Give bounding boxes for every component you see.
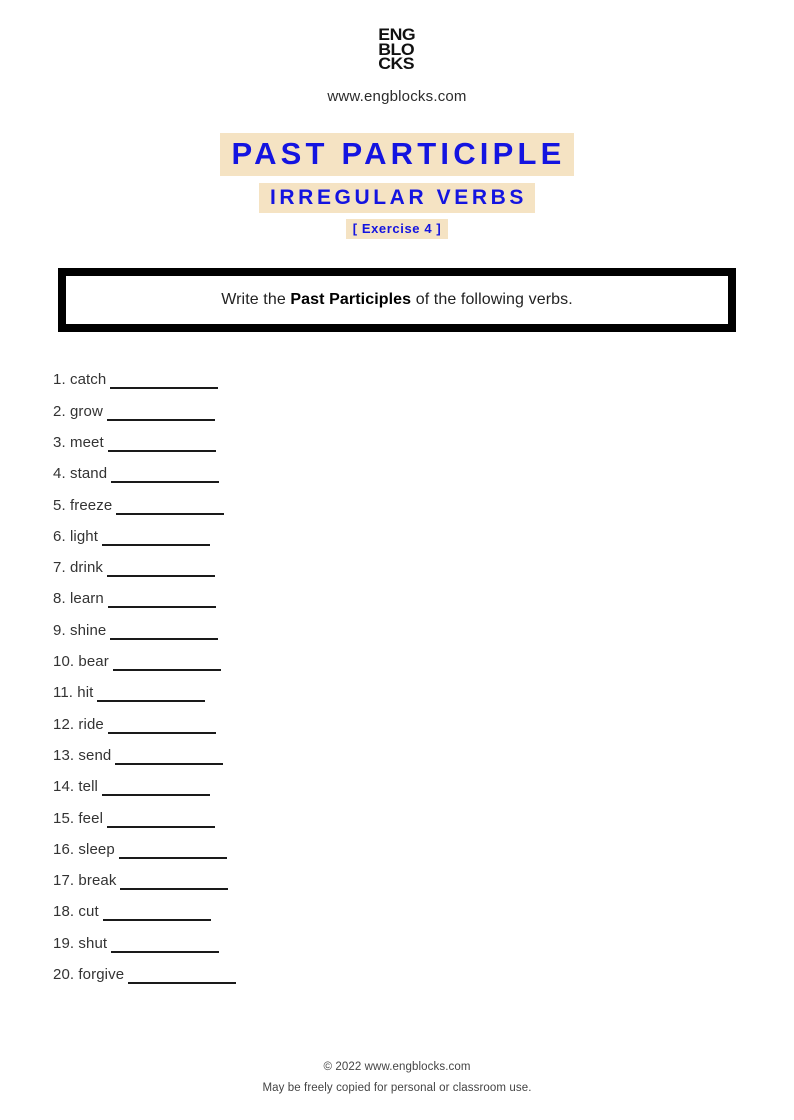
- instruction-suffix: of the following verbs.: [411, 291, 573, 309]
- exercise-item-label: 11. hit: [53, 684, 94, 702]
- worksheet-page: ENG BLO CKS www.engblocks.com PAST PARTI…: [0, 0, 794, 1120]
- footer-copyright: © 2022 www.engblocks.com: [323, 1061, 471, 1073]
- page-header: ENG BLO CKS www.engblocks.com: [0, 0, 794, 105]
- exercise-item-label: 18. cut: [53, 903, 99, 921]
- answer-blank[interactable]: [110, 370, 219, 390]
- exercise-row: 11. hit: [53, 683, 794, 714]
- exercise-item-label: 16. sleep: [53, 840, 115, 858]
- exercise-item-label: 6. light: [53, 527, 98, 545]
- answer-blank[interactable]: [107, 715, 216, 734]
- exercise-item-label: 8. learn: [53, 590, 104, 608]
- exercise-row: 15. feel: [53, 809, 794, 840]
- exercise-row: 16. sleep: [53, 840, 794, 871]
- exercise-row: 9. shine: [53, 621, 794, 652]
- page-footer: © 2022 www.engblocks.com May be freely c…: [0, 1061, 794, 1094]
- exercise-item-label: 2. grow: [53, 402, 103, 420]
- exercise-item-label: 5. freeze: [53, 496, 113, 514]
- exercise-row: 13. send: [53, 746, 794, 777]
- answer-blank[interactable]: [102, 527, 210, 546]
- exercise-item-label: 4. stand: [53, 465, 108, 483]
- exercise-item-label: 10. bear: [53, 653, 109, 671]
- page-subtitle: IRREGULAR VERBS: [258, 183, 536, 214]
- exercise-item-label: 19. shut: [53, 934, 108, 952]
- instruction-text: Write the Past Participles of the follow…: [221, 291, 573, 309]
- exercise-item-label: 9. shine: [53, 621, 107, 639]
- exercise-item-label: 1. catch: [53, 371, 107, 389]
- exercise-row: 2. grow: [53, 402, 794, 433]
- exercise-item-label: 15. feel: [53, 809, 104, 827]
- site-url: www.engblocks.com: [327, 88, 467, 106]
- exercise-row: 19. shut: [53, 934, 794, 965]
- exercise-item-label: 3. meet: [53, 433, 104, 451]
- answer-blank[interactable]: [128, 965, 237, 984]
- instruction-bold: Past Participles: [290, 291, 412, 309]
- answer-blank[interactable]: [106, 402, 215, 421]
- page-title: PAST PARTICIPLE: [219, 133, 575, 177]
- answer-blank[interactable]: [102, 902, 211, 922]
- exercise-row: 6. light: [53, 527, 794, 558]
- exercise-item-label: 20. forgive: [53, 966, 125, 983]
- answer-blank[interactable]: [118, 840, 227, 859]
- answer-blank[interactable]: [111, 934, 220, 953]
- footer-notice: May be freely copied for personal or cla…: [262, 1082, 532, 1094]
- answer-blank[interactable]: [107, 558, 215, 578]
- engblocks-logo: ENG BLO CKS: [378, 26, 416, 74]
- answer-blank[interactable]: [115, 746, 224, 765]
- exercise-row: 12. ride: [53, 715, 794, 746]
- answer-blank[interactable]: [107, 433, 216, 452]
- exercise-item-label: 14. tell: [53, 778, 98, 796]
- exercise-row: 1. catch: [53, 370, 794, 401]
- answer-blank[interactable]: [97, 683, 206, 703]
- answer-blank[interactable]: [120, 871, 229, 891]
- exercise-row: 10. bear: [53, 652, 794, 683]
- exercise-row: 3. meet: [53, 433, 794, 464]
- answer-blank[interactable]: [116, 496, 225, 515]
- exercise-item-label: 17. break: [53, 872, 117, 890]
- answer-blank[interactable]: [102, 777, 210, 797]
- answer-blank[interactable]: [111, 464, 220, 484]
- exercise-item-label: 7. drink: [53, 559, 103, 577]
- exercise-list: 1. catch 2. grow 3. meet 4. stand 5. freeze 6…: [0, 370, 794, 996]
- exercise-row: 14. tell: [53, 777, 794, 808]
- logo-line-3: CKS: [378, 54, 415, 74]
- answer-blank[interactable]: [107, 809, 216, 828]
- exercise-item-label: 12. ride: [53, 715, 104, 733]
- exercise-row: 5. freeze: [53, 496, 794, 527]
- answer-blank[interactable]: [107, 589, 216, 609]
- exercise-row: 20. forgive: [53, 965, 794, 996]
- answer-blank[interactable]: [112, 652, 221, 672]
- exercise-row: 4. stand: [53, 464, 794, 495]
- exercise-row: 18. cut: [53, 902, 794, 933]
- answer-blank[interactable]: [110, 621, 219, 640]
- instruction-box: Write the Past Participles of the follow…: [58, 268, 736, 333]
- exercise-item-label: 13. send: [53, 746, 112, 764]
- exercise-row: 17. break: [53, 871, 794, 902]
- exercise-row: 7. drink: [53, 558, 794, 589]
- exercise-label: [ Exercise 4 ]: [345, 219, 449, 240]
- instruction-prefix: Write the: [221, 291, 291, 309]
- title-block: PAST PARTICIPLE IRREGULAR VERBS [ Exerci…: [0, 133, 794, 240]
- exercise-row: 8. learn: [53, 589, 794, 620]
